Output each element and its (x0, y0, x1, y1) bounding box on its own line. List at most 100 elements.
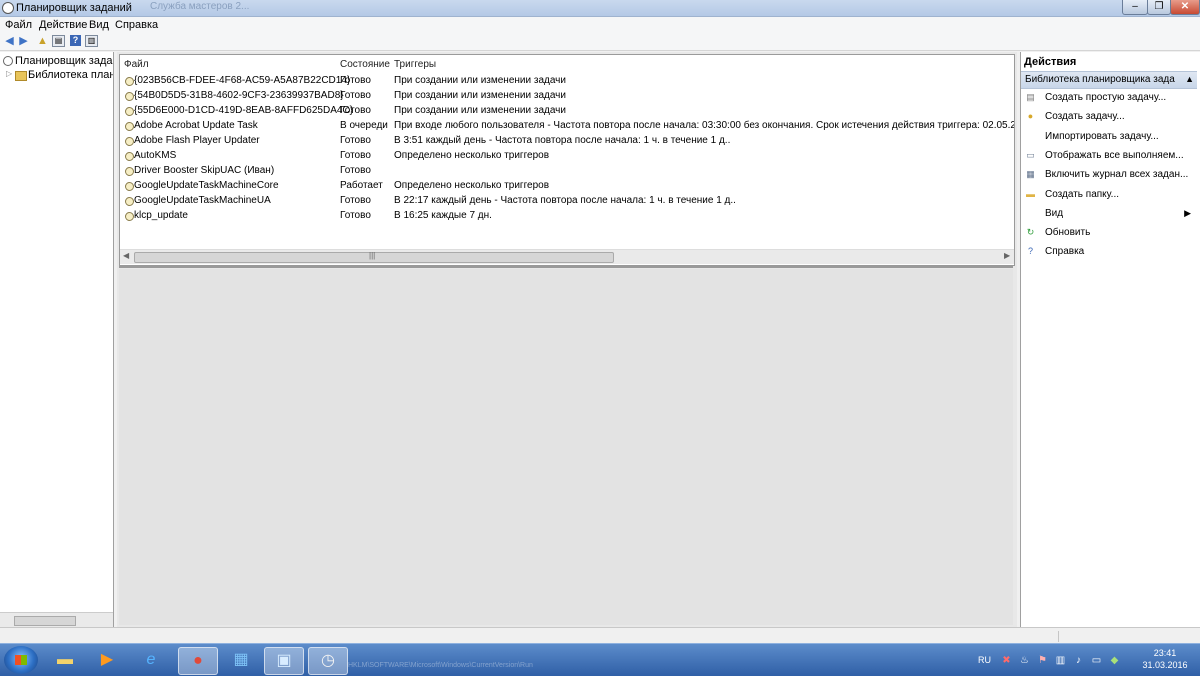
task-state: Готово (340, 90, 371, 101)
column-header-state[interactable]: Состояние (340, 59, 390, 70)
task-clock-icon (125, 182, 134, 191)
task-triggers: В 16:25 каждые 7 дн. (394, 210, 492, 221)
keyboard-icon[interactable]: ▭ (1091, 655, 1102, 666)
table-row[interactable]: Adobe Flash Player Updater Готово В 3:51 к… (120, 134, 1014, 149)
table-row[interactable]: GoogleUpdateTaskMachineUA Готово В 22:17 к… (120, 194, 1014, 209)
task-state: Готово (340, 135, 371, 146)
show-hide-tree-icon[interactable]: ▤ (52, 35, 65, 47)
network-icon[interactable]: ▥ (1055, 655, 1066, 666)
clock-time: 23:41 (1153, 648, 1177, 658)
help-icon: ? (1027, 246, 1033, 257)
task-details-pane (119, 269, 1013, 625)
taskbar-task-manager[interactable]: ▣ (264, 647, 304, 675)
task-clock-icon (125, 212, 134, 221)
action-item[interactable]: ? Справка (1021, 244, 1199, 262)
media-player-icon: ▶ (100, 651, 114, 668)
antivirus-icon[interactable]: ✖ (1001, 655, 1012, 666)
table-row[interactable]: {55D6E000-D1CD-419D-8EAB-8AFFD625DA4C} Го… (120, 104, 1014, 119)
computer-management-icon: ▣ (276, 652, 292, 669)
task-state: Готово (340, 75, 371, 86)
taskbar-task-scheduler[interactable]: ◷ (308, 647, 348, 675)
taskbar-registry-tool[interactable]: ▦ (222, 647, 260, 673)
table-row[interactable]: Driver Booster SkipUAC (Иван) Готово (120, 164, 1014, 179)
menu-view[interactable]: Вид (89, 19, 109, 31)
taskbar-internet-explorer[interactable]: e (132, 647, 170, 673)
minimize-button[interactable]: – (1122, 0, 1148, 15)
taskbar-chrome[interactable]: ● (178, 647, 218, 675)
expand-arrow-icon[interactable]: ▷ (6, 69, 12, 78)
task-clock-icon (125, 167, 134, 176)
task-state: В очереди (340, 120, 388, 131)
scroll-right-arrow-icon[interactable]: ▶ (1004, 251, 1010, 260)
tree-horizontal-scrollbar[interactable] (0, 612, 113, 627)
task-state: Готово (340, 210, 371, 221)
center-pane: Файл Состояние Триггеры {023B56CB-FDEE-4… (117, 52, 1017, 627)
table-row[interactable]: AutoKMS Готово Определено несколько тригге… (120, 149, 1014, 164)
action-item[interactable]: ● Создать задачу... (1021, 109, 1199, 127)
tree-item-library[interactable]: ▷ Библиотека планир (0, 68, 113, 82)
table-row[interactable]: {54B0D5D5-31B8-4602-9CF3-23639937BAD8} Го… (120, 89, 1014, 104)
task-state: Готово (340, 165, 371, 176)
volume-icon[interactable]: ♪ (1073, 655, 1084, 666)
action-item[interactable]: Вид ▶ (1021, 206, 1199, 224)
action-item[interactable]: ▭ Отображать все выполняем... (1021, 148, 1199, 166)
running-tasks-icon: ▭ (1026, 149, 1035, 160)
pane-splitter[interactable] (119, 266, 1013, 268)
task-triggers: При создании или изменении задачи (394, 75, 566, 86)
refresh-icon: ↻ (1026, 227, 1035, 238)
table-row[interactable]: klcp_update Готово В 16:25 каждые 7 дн. (120, 209, 1014, 224)
menu-action[interactable]: Действие (39, 19, 87, 31)
flag-icon[interactable]: ⚑ (1037, 655, 1048, 666)
taskbar-explorer[interactable]: ▬ (46, 647, 84, 673)
task-clock-icon (125, 137, 134, 146)
scheduler-clock-icon (3, 56, 13, 66)
help-icon[interactable]: ? (70, 35, 81, 46)
taskbar-media-player[interactable]: ▶ (88, 647, 126, 673)
action-item[interactable]: ▬ Создать папку... (1021, 187, 1199, 205)
forward-arrow-icon[interactable]: ▶ (17, 35, 30, 47)
task-list-horizontal-scrollbar[interactable]: ◀ ||| ▶ (120, 249, 1014, 264)
task-name: Driver Booster SkipUAC (Иван) (134, 165, 275, 176)
back-arrow-icon[interactable]: ◀ (3, 35, 16, 47)
tree-item-root[interactable]: Планировщик заданий (0, 54, 113, 68)
restore-button[interactable]: ❐ (1147, 0, 1171, 15)
column-header-name[interactable]: Файл (124, 59, 149, 70)
task-clock-icon (125, 152, 134, 161)
close-button[interactable]: ✕ (1170, 0, 1200, 15)
actions-section-header[interactable]: Библиотека планировщика зада... ▲ (1021, 71, 1197, 89)
task-state: Готово (340, 105, 371, 116)
task-name: {55D6E000-D1CD-419D-8EAB-8AFFD625DA4C} (134, 105, 353, 116)
action-item[interactable]: ▦ Включить журнал всех задан... (1021, 167, 1199, 185)
task-name: GoogleUpdateTaskMachineCore (134, 180, 279, 191)
action-item[interactable]: ↻ Обновить (1021, 225, 1199, 243)
action-label: Создать задачу... (1045, 111, 1125, 123)
column-header-triggers[interactable]: Триггеры (394, 59, 436, 70)
ie-icon: e (146, 651, 156, 668)
menu-help[interactable]: Справка (115, 19, 158, 31)
menu-file[interactable]: Файл (5, 19, 32, 31)
scrollbar-grip-icon: ||| (369, 251, 376, 260)
taskbar-clock[interactable]: 23:41 31.03.2016 (1140, 647, 1190, 671)
windows-logo-icon (15, 655, 27, 665)
task-name: Adobe Flash Player Updater (134, 135, 260, 146)
task-triggers: При создании или изменении задачи (394, 90, 566, 101)
start-button[interactable] (4, 646, 38, 674)
show-hide-actions-icon[interactable]: ▥ (85, 35, 98, 47)
action-item[interactable]: ▤ Создать простую задачу... (1021, 90, 1199, 108)
collapse-arrow-icon[interactable]: ▲ (1185, 74, 1194, 84)
windows-taskbar: ▬ ▶ e ● ▦ ▣ ◷ HKLM\SOFTWARE\Microsoft\Wi… (0, 643, 1200, 676)
actions-pane: Действия Библиотека планировщика зада...… (1020, 52, 1200, 627)
nvidia-icon[interactable]: ◆ (1109, 655, 1120, 666)
task-triggers: Определено несколько триггеров (394, 180, 550, 191)
table-row[interactable]: {023B56CB-FDEE-4F68-AC59-A5A87B22CD14} Го… (120, 74, 1014, 89)
table-row[interactable]: Adobe Acrobat Update Task В очереди При вх… (120, 119, 1014, 134)
task-clock-icon (125, 92, 134, 101)
scrollbar-thumb[interactable] (14, 616, 76, 626)
scroll-left-arrow-icon[interactable]: ◀ (123, 251, 129, 260)
up-folder-icon[interactable]: ▲ (36, 35, 49, 47)
action-item[interactable]: Импортировать задачу... (1021, 129, 1199, 147)
steam-icon[interactable]: ♨ (1019, 655, 1030, 666)
table-row[interactable]: GoogleUpdateTaskMachineCore Работает Опред… (120, 179, 1014, 194)
language-indicator[interactable]: RU (978, 655, 991, 665)
status-separator (1058, 631, 1059, 642)
